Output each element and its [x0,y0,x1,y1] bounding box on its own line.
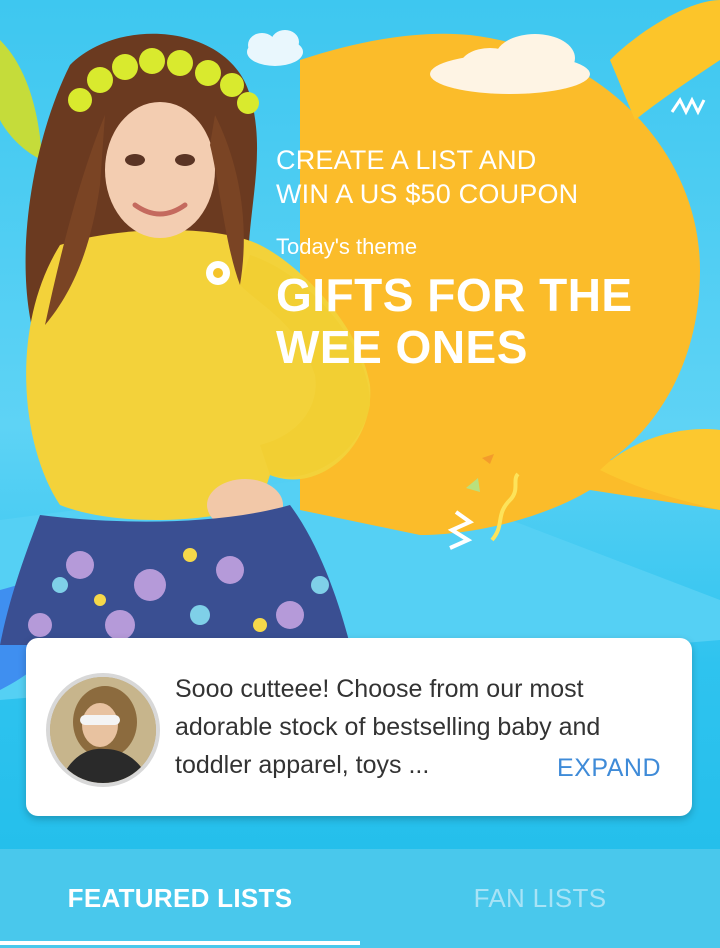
promo-headline-line1: CREATE A LIST AND [276,145,537,175]
daisy-icon [206,261,230,285]
theme-title: GIFTS FOR THE WEE ONES [276,269,696,373]
active-tab-indicator [0,941,360,945]
zigzag-icon [670,96,706,116]
promo-text: CREATE A LIST AND WIN A US $50 COUPON To… [276,143,696,373]
theme-title-line1: GIFTS FOR THE [276,269,633,321]
tab-label: FAN LISTS [473,883,607,913]
tab-label: FEATURED LISTS [67,883,293,913]
expand-button[interactable]: EXPAND [557,754,661,783]
description-card: Sooo cutteee! Choose from our most adora… [26,638,692,816]
tab-fan-lists[interactable]: FAN LISTS [360,849,720,948]
promo-headline-line2: WIN A US $50 COUPON [276,179,579,209]
curator-avatar[interactable] [46,673,160,787]
tab-featured-lists[interactable]: FEATURED LISTS [0,849,360,948]
theme-title-line2: WEE ONES [276,321,528,373]
tab-bar: FEATURED LISTS FAN LISTS [0,849,720,948]
promo-headline: CREATE A LIST AND WIN A US $50 COUPON [276,143,696,211]
theme-label: Today's theme [276,234,418,259]
promo-screen: CREATE A LIST AND WIN A US $50 COUPON To… [0,0,720,948]
